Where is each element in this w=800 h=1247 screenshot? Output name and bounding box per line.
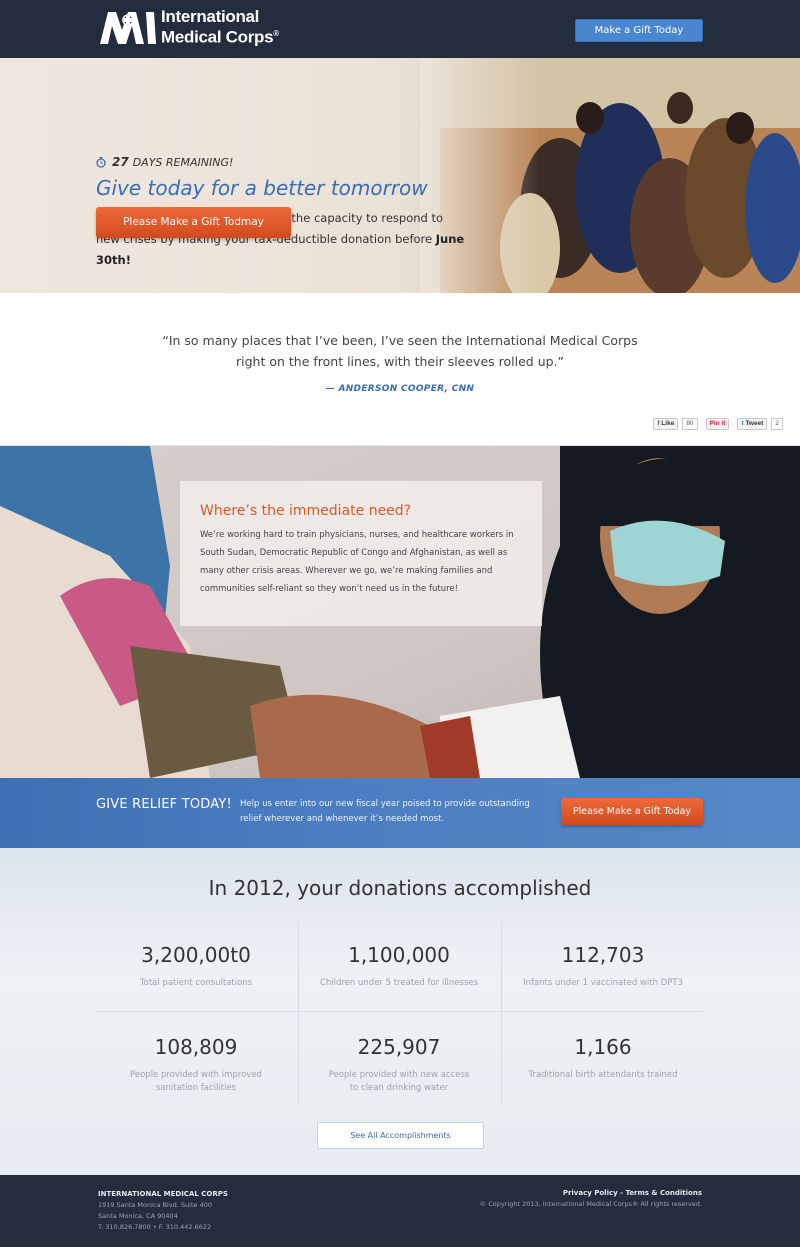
accomplishments-section: In 2012, your donations accomplished 3,2… (0, 848, 800, 1175)
facebook-like-button[interactable]: f Like (653, 418, 679, 430)
need-box: Where’s the immediate need? We’re workin… (180, 481, 542, 626)
need-section: Where’s the immediate need? We’re workin… (0, 446, 800, 778)
stat-value: 108,809 (154, 1035, 238, 1059)
stat-value: 225,907 (357, 1035, 441, 1059)
footer-phone: T. 310.826.7800 • F. 310.442.6622 (98, 1223, 212, 1231)
hero-gift-button[interactable]: Please Make a Gift Todmay (96, 207, 291, 238)
stat-item: 1,100,000 Children under 5 treated for i… (299, 923, 499, 1011)
hero-section: 27 DAYS REMAINING! Give today for a bett… (0, 58, 800, 293)
terms-link[interactable]: Terms & Conditions (625, 1189, 702, 1197)
logo-mark-icon (100, 12, 156, 44)
quote-author: — ANDERSON COOPER, CNN (325, 384, 475, 394)
stat-item: 225,907 People provided with new access … (299, 1015, 499, 1103)
privacy-policy-link[interactable]: Privacy Policy (563, 1189, 618, 1197)
stat-value: 1,166 (574, 1035, 632, 1059)
like-label: Like (661, 420, 675, 427)
divider (501, 923, 502, 1103)
stat-item: 112,703 Infants under 1 vaccinated with … (503, 923, 703, 1011)
quote-text: “In so many places that I’ve been, I’ve … (162, 333, 638, 369)
need-title: Where’s the immediate need? (200, 503, 412, 519)
stat-value: 1,100,000 (348, 943, 450, 967)
stat-label: People provided with improved sanitation… (130, 1070, 262, 1093)
tweet-button[interactable]: t Tweet (737, 418, 768, 430)
stat-label: Traditional birth attendants trained (528, 1070, 678, 1080)
accomplishments-title: In 2012, your donations accomplished (208, 876, 592, 900)
days-remaining: 27 DAYS REMAINING! (96, 155, 233, 169)
pinterest-button[interactable]: Pin it (705, 418, 730, 430)
footer-copyright: © Copyright 2013, International Medical … (479, 1200, 702, 1208)
clock-icon (96, 156, 106, 168)
stat-label: Children under 5 treated for illnesses (319, 978, 479, 988)
stat-label: People provided with new access to clean… (328, 1070, 470, 1093)
logo-line-2: Medical Corps (161, 27, 274, 47)
stats-grid: 3,200,00t0 Total patient consultations 1… (96, 923, 703, 1103)
footer-legal: Privacy Policy - Terms & Conditions © Co… (480, 1188, 702, 1210)
relief-body: Help us enter into our new fiscal year p… (240, 799, 530, 824)
relief-gift-button[interactable]: Please Make a Gift Today (561, 798, 703, 825)
header-gift-button[interactable]: Make a Gift Today (575, 19, 703, 42)
footer-address-1: 1919 Santa Monica Blvd. Suite 400 (98, 1201, 213, 1209)
site-footer: INTERNATIONAL MEDICAL CORPS 1919 Santa M… (0, 1175, 800, 1247)
tweet-count: 2 (771, 418, 783, 430)
logo-line-1: International (161, 7, 260, 27)
see-all-accomplishments-button[interactable]: See All Accomplishments (317, 1122, 484, 1149)
stat-label: Infants under 1 vaccinated with DPT3 (523, 978, 683, 988)
footer-address: INTERNATIONAL MEDICAL CORPS 1919 Santa M… (98, 1189, 228, 1233)
footer-links: Privacy Policy - Terms & Conditions (480, 1188, 702, 1199)
stat-item: 1,166 Traditional birth attendants train… (503, 1015, 703, 1103)
footer-address-2: Santa Monica, CA 90404 (98, 1212, 178, 1220)
stat-label: Total patient consultations (139, 978, 253, 988)
stat-item: 108,809 People provided with improved sa… (96, 1015, 296, 1103)
days-count: 27 (112, 155, 129, 169)
stat-value: 3,200,00t0 (141, 943, 251, 967)
site-header: International Medical Corps® Make a Gift… (0, 0, 800, 58)
divider (96, 1011, 703, 1012)
quote-section: “In so many places that I’ve been, I’ve … (0, 293, 800, 446)
tweet-label: Tweet (745, 420, 764, 427)
like-count: 80 (682, 418, 698, 430)
logo[interactable]: International Medical Corps® (98, 8, 279, 46)
logo-text: International Medical Corps® (161, 8, 279, 46)
facebook-icon: f (657, 420, 660, 427)
hero-title: Give today for a better tomorrow (96, 176, 428, 200)
days-text: DAYS REMAINING! (132, 155, 234, 169)
footer-org: INTERNATIONAL MEDICAL CORPS (98, 1190, 228, 1198)
relief-title: GIVE RELIEF TODAY! (96, 797, 232, 812)
relief-bar: GIVE RELIEF TODAY! Help us enter into ou… (0, 778, 800, 848)
stat-value: 112,703 (561, 943, 645, 967)
logo-registered: ® (273, 29, 279, 39)
social-buttons: f Like 80 Pin it t Tweet 2 (653, 418, 783, 430)
stat-item: 3,200,00t0 Total patient consultations (96, 923, 296, 1011)
need-body: We’re working hard to train physicians, … (200, 530, 514, 594)
twitter-icon: t (741, 420, 744, 427)
